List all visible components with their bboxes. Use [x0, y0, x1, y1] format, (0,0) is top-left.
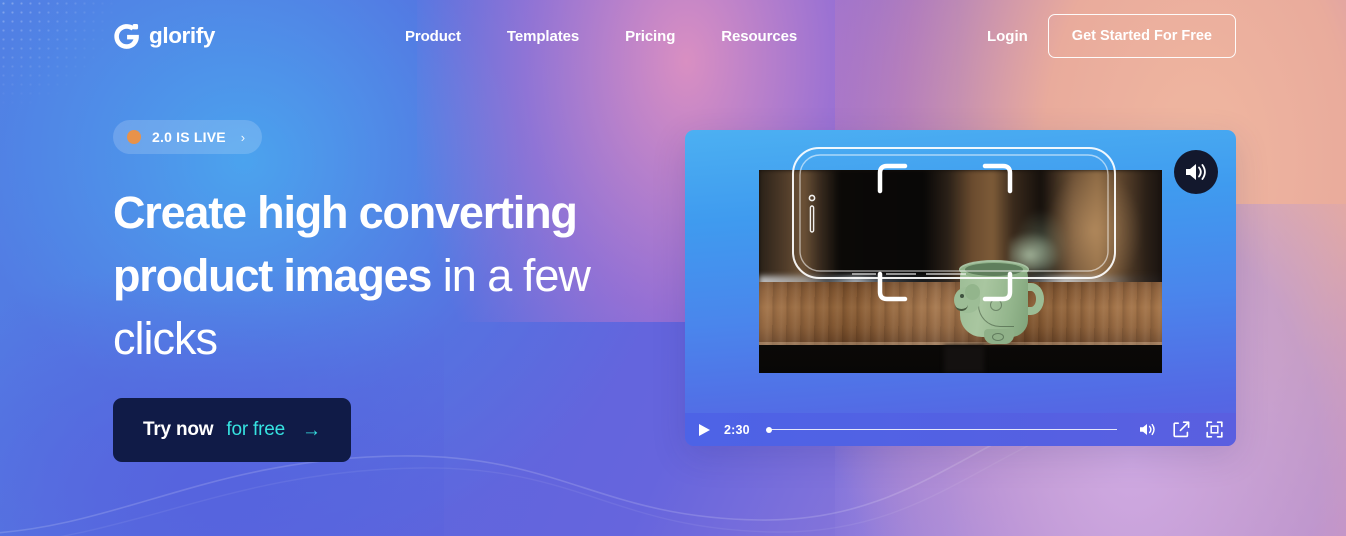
get-started-button[interactable]: Get Started For Free: [1047, 14, 1236, 58]
page-title: Create high converting product images in…: [113, 181, 643, 370]
nav-item-resources[interactable]: Resources: [721, 28, 797, 45]
volume-button[interactable]: [1139, 422, 1157, 437]
video-stage: [685, 130, 1236, 413]
main-navigation: Product Templates Pricing Resources: [405, 28, 797, 45]
nav-item-pricing[interactable]: Pricing: [625, 28, 675, 45]
video-player[interactable]: 2:30: [685, 130, 1236, 446]
volume-high-icon: [1186, 164, 1206, 180]
video-right-controls: [1139, 421, 1223, 438]
hero-content: 2.0 IS LIVE › Create high converting pro…: [113, 120, 673, 462]
for-free-label: for free: [226, 419, 285, 440]
fullscreen-button[interactable]: [1206, 421, 1223, 438]
login-link[interactable]: Login: [987, 28, 1028, 45]
glorify-g-logo-icon: [114, 23, 139, 49]
camera-focus-brackets-icon: [877, 163, 1013, 302]
site-header: glorify Product Templates Pricing Resour…: [0, 0, 1346, 72]
arrow-right-icon: →: [301, 419, 321, 441]
header-actions: Login Get Started For Free: [987, 14, 1236, 58]
try-now-button[interactable]: Try now for free →: [113, 398, 351, 462]
play-button[interactable]: [698, 423, 711, 437]
scene-table-leg: [944, 344, 985, 373]
nav-item-product[interactable]: Product: [405, 28, 461, 45]
unmute-button[interactable]: [1174, 150, 1218, 194]
video-progress-bar[interactable]: [765, 424, 1117, 436]
video-timestamp: 2:30: [724, 422, 750, 437]
chevron-right-icon: ›: [240, 129, 246, 145]
badge-label: 2.0 IS LIVE: [152, 129, 226, 145]
scene-under-table-dark: [759, 344, 1162, 373]
try-now-label: Try now: [143, 419, 214, 440]
share-button[interactable]: [1173, 421, 1190, 438]
badge-status-dot-icon: [127, 130, 141, 144]
progress-track: [770, 428, 1117, 431]
version-badge[interactable]: 2.0 IS LIVE ›: [113, 120, 263, 154]
brand-name: glorify: [149, 23, 215, 48]
volume-icon: [1140, 423, 1155, 436]
progress-handle[interactable]: [765, 426, 772, 433]
play-icon: [699, 423, 710, 436]
video-controls-bar: 2:30: [685, 413, 1236, 446]
nav-item-templates[interactable]: Templates: [507, 28, 579, 45]
share-icon: [1173, 421, 1190, 438]
fullscreen-icon: [1206, 421, 1223, 438]
brand-logo[interactable]: glorify: [113, 23, 215, 50]
